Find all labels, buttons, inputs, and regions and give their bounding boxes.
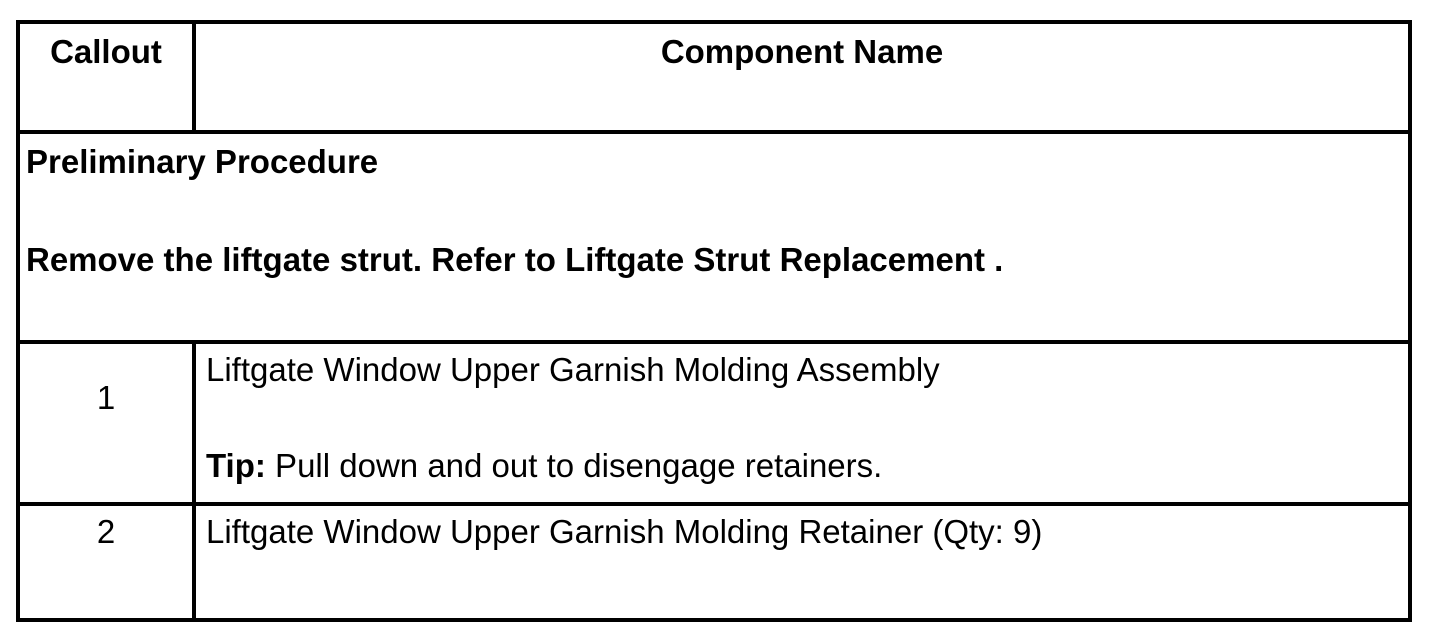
tip-label: Tip: <box>206 446 266 484</box>
component-name-cell: Liftgate Window Upper Garnish Molding As… <box>192 340 1412 506</box>
preliminary-step: Remove the liftgate strut. Refer to Lift… <box>26 240 1004 278</box>
tip-line: Tip: Pull down and out to disengage reta… <box>206 446 1400 486</box>
component-name: Liftgate Window Upper Garnish Molding As… <box>206 351 940 388</box>
tip-text: Pull down and out to disengage retainers… <box>265 446 883 484</box>
component-table: Callout Component Name Preliminary Proce… <box>16 20 1412 622</box>
preliminary-cell: Preliminary Procedure Remove the liftgat… <box>16 130 1412 344</box>
component-table-container: Callout Component Name Preliminary Proce… <box>16 20 1412 622</box>
callout-number: 1 <box>16 340 196 506</box>
callout-number: 2 <box>16 502 196 622</box>
table-row: 2 Liftgate Window Upper Garnish Molding … <box>16 502 1412 622</box>
component-name-header: Component Name <box>192 20 1412 134</box>
component-name: Liftgate Window Upper Garnish Molding Re… <box>206 513 1043 550</box>
component-name-cell: Liftgate Window Upper Garnish Molding Re… <box>192 502 1412 622</box>
preliminary-row: Preliminary Procedure Remove the liftgat… <box>16 130 1412 344</box>
header-row: Callout Component Name <box>16 20 1412 134</box>
callout-header: Callout <box>16 20 196 134</box>
preliminary-title: Preliminary Procedure <box>26 143 379 180</box>
table-row: 1 Liftgate Window Upper Garnish Molding … <box>16 340 1412 506</box>
